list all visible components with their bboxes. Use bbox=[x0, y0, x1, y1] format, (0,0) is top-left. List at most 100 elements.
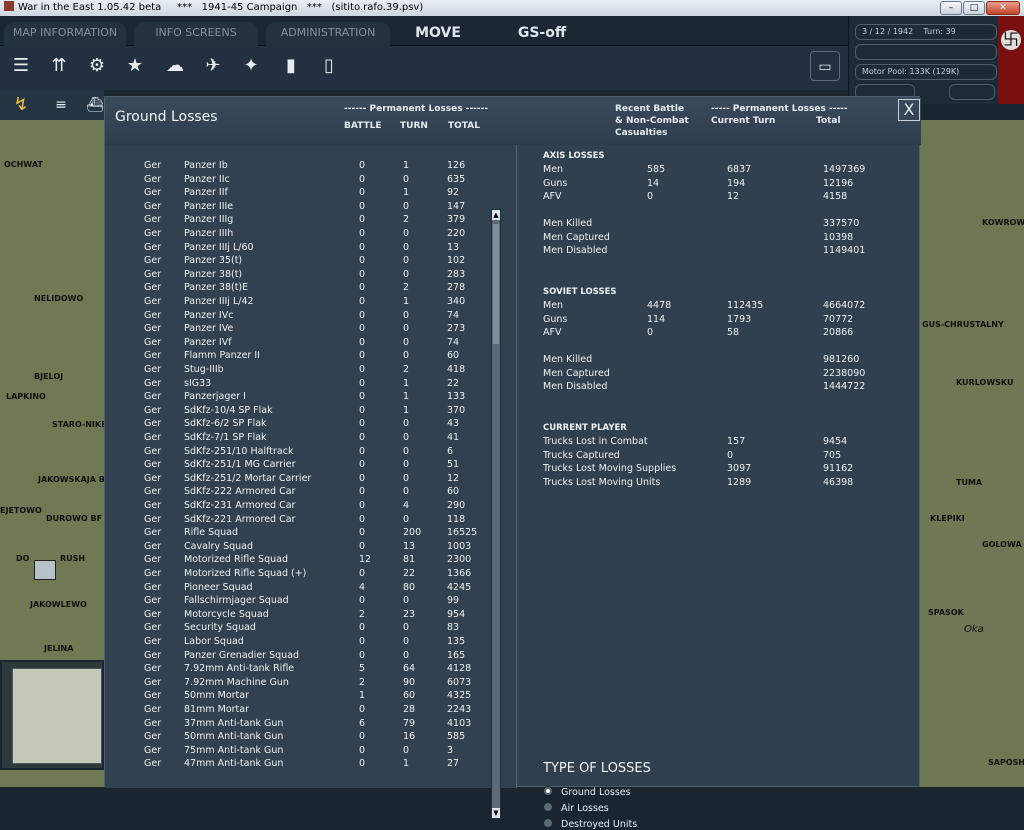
tab-info-screens[interactable]: INFO SCREENS bbox=[134, 22, 258, 46]
table-row[interactable]: Ger Panzer 38(t) 0 0 283 bbox=[105, 268, 495, 282]
option-label: Air Losses bbox=[561, 803, 609, 814]
table-row[interactable]: Ger Panzer IIf 0 1 92 bbox=[105, 186, 495, 200]
cell-battle: 0 bbox=[359, 200, 366, 212]
scroll-down-icon[interactable]: ▼ bbox=[492, 808, 500, 818]
minimize-button[interactable]: – bbox=[940, 1, 962, 15]
cell-nation: Ger bbox=[144, 472, 162, 484]
table-row[interactable]: Ger Motorcycle Squad 2 23 954 bbox=[105, 608, 495, 622]
table-row[interactable]: Ger Stug-IIIb 0 2 418 bbox=[105, 363, 495, 377]
unit-counter[interactable] bbox=[34, 560, 56, 580]
table-row[interactable]: Ger Panzer IIIh 0 0 220 bbox=[105, 227, 495, 241]
fuel-icon[interactable]: ▮ bbox=[276, 51, 306, 81]
unit-loss-list[interactable]: Ger Panzer Ib 0 1 126 Ger Panzer IIc 0 0 635 Ger Pa… bbox=[105, 145, 517, 819]
table-row[interactable]: Ger SdKfz-222 Armored Car 0 0 60 bbox=[105, 485, 495, 499]
scrollbar[interactable]: ▲ ▼ bbox=[491, 209, 501, 819]
table-row[interactable]: Ger 81mm Mortar 0 28 2243 bbox=[105, 703, 495, 717]
table-row[interactable]: Ger Security Squad 0 0 83 bbox=[105, 621, 495, 635]
table-row[interactable]: Ger SdKfz-6/2 SP Flak 0 0 43 bbox=[105, 417, 495, 431]
table-row[interactable]: Ger SdKfz-221 Armored Car 0 0 118 bbox=[105, 513, 495, 527]
table-row[interactable]: Ger 75mm Anti-tank Gun 0 0 3 bbox=[105, 744, 495, 758]
turn-value: 58 bbox=[727, 327, 740, 339]
minimap[interactable] bbox=[0, 660, 104, 770]
table-row[interactable]: Ger Panzer Ib 0 1 126 bbox=[105, 159, 495, 173]
table-row[interactable]: Ger 7.92mm Machine Gun 2 90 6073 bbox=[105, 676, 495, 690]
maximize-button[interactable]: □ bbox=[963, 1, 985, 15]
radio-icon[interactable] bbox=[543, 786, 553, 796]
summary-row: Men Captured 2238090 bbox=[518, 367, 918, 381]
radio-icon[interactable] bbox=[543, 802, 553, 812]
table-row[interactable]: Ger SdKfz-251/1 MG Carrier 0 0 51 bbox=[105, 458, 495, 472]
mode-move[interactable]: MOVE bbox=[400, 22, 476, 46]
layers-icon[interactable]: ☰ bbox=[6, 51, 36, 81]
gs-toggle[interactable]: GS-off bbox=[504, 22, 580, 46]
table-row[interactable]: Ger Panzer IIIe 0 0 147 bbox=[105, 200, 495, 214]
soviet-losses-title: SOVIET LOSSES bbox=[543, 287, 617, 297]
map-label: JAKOWLEWO bbox=[30, 600, 87, 609]
table-row[interactable]: Ger Motorized Rifle Squad 12 81 2300 bbox=[105, 553, 495, 567]
scroll-up-icon[interactable]: ▲ bbox=[492, 210, 500, 220]
window-icon[interactable]: ▭ bbox=[810, 51, 840, 81]
table-row[interactable]: Ger Panzer 35(t) 0 0 102 bbox=[105, 254, 495, 268]
cell-nation: Ger bbox=[144, 676, 162, 688]
loss-type-option[interactable]: Air Losses bbox=[543, 802, 609, 814]
cell-unit-name: Panzer IIc bbox=[184, 173, 230, 185]
table-row[interactable]: Ger Panzer IIIj L/60 0 0 13 bbox=[105, 241, 495, 255]
radio-icon[interactable] bbox=[543, 818, 553, 828]
map-right[interactable]: KOWROW GUS-CHRUSTALNY KURLOWSKU TUMA KLE… bbox=[920, 120, 1024, 787]
dialog-header: Ground Losses ------ Permanent Losses --… bbox=[105, 97, 921, 145]
scroll-thumb[interactable] bbox=[493, 224, 499, 344]
rail-icon[interactable]: ≡ bbox=[46, 90, 76, 120]
air-icon[interactable]: ✈ bbox=[198, 51, 228, 81]
units-icon[interactable]: ⇈ bbox=[44, 51, 74, 81]
table-row[interactable]: Ger Panzer IVe 0 0 273 bbox=[105, 322, 495, 336]
minimap-view[interactable] bbox=[12, 668, 102, 764]
table-row[interactable]: Ger 50mm Mortar 1 60 4325 bbox=[105, 689, 495, 703]
table-row[interactable]: Ger Fallschirmjager Squad 0 0 99 bbox=[105, 594, 495, 608]
path-icon[interactable]: ↯ bbox=[6, 90, 36, 120]
tab-administration[interactable]: ADMINISTRATION bbox=[266, 22, 390, 46]
table-row[interactable]: Ger Panzer IIIg 0 2 379 bbox=[105, 213, 495, 227]
recent-value: 0 bbox=[647, 327, 654, 339]
summary-row: Trucks Lost in Combat 157 9454 bbox=[518, 435, 918, 449]
tab-map-information[interactable]: MAP INFORMATION bbox=[4, 22, 126, 46]
table-row[interactable]: Ger SdKfz-10/4 SP Flak 0 1 370 bbox=[105, 404, 495, 418]
table-row[interactable]: Ger Panzer IVc 0 0 74 bbox=[105, 309, 495, 323]
date-turn-display: 3 / 12 / 1942 Turn: 39 bbox=[855, 24, 997, 40]
close-button[interactable]: X bbox=[898, 99, 920, 121]
gear-icon[interactable]: ⚙ bbox=[82, 51, 112, 81]
table-row[interactable]: Ger Flamm Panzer II 0 0 60 bbox=[105, 349, 495, 363]
table-row[interactable]: Ger SdKfz-251/2 Mortar Carrier 0 0 12 bbox=[105, 472, 495, 486]
table-row[interactable]: Ger Panzerjager I 0 1 133 bbox=[105, 390, 495, 404]
table-row[interactable]: Ger Panzer IIc 0 0 635 bbox=[105, 173, 495, 187]
table-row[interactable]: Ger Panzer IVf 0 0 74 bbox=[105, 336, 495, 350]
table-row[interactable]: Ger Panzer 38(t)E 0 2 278 bbox=[105, 281, 495, 295]
cell-battle: 0 bbox=[359, 500, 366, 511]
table-row[interactable]: Ger sIG33 0 1 22 bbox=[105, 377, 495, 391]
table-row[interactable]: Ger Rifle Squad 0 200 16525 bbox=[105, 526, 495, 540]
cell-turn: 79 bbox=[403, 717, 416, 729]
table-row[interactable]: Ger 47mm Anti-tank Gun 0 1 27 bbox=[105, 757, 495, 771]
table-row[interactable]: Ger Motorized Rifle Squad (+) 0 22 1366 bbox=[105, 567, 495, 581]
total-value: 46398 bbox=[823, 476, 854, 488]
table-row[interactable]: Ger 50mm Anti-tank Gun 0 16 585 bbox=[105, 730, 495, 744]
star-icon[interactable]: ★ bbox=[120, 51, 150, 81]
close-window-button[interactable]: ✕ bbox=[986, 1, 1020, 15]
table-row[interactable]: Ger Pioneer Squad 4 80 4245 bbox=[105, 581, 495, 595]
bomb-icon[interactable]: ✦ bbox=[236, 51, 266, 81]
table-row[interactable]: Ger SdKfz-7/1 SP Flak 0 0 41 bbox=[105, 431, 495, 445]
cell-nation: Ger bbox=[144, 459, 162, 471]
loss-type-option[interactable]: Ground Losses bbox=[543, 786, 631, 798]
weather-icon[interactable]: ☁ bbox=[160, 51, 190, 81]
cell-nation: Ger bbox=[144, 622, 162, 634]
table-row[interactable]: Ger Panzer IIIj L/42 0 1 340 bbox=[105, 295, 495, 309]
table-row[interactable]: Ger Labor Squad 0 0 135 bbox=[105, 635, 495, 649]
table-row[interactable]: Ger SdKfz-251/10 Halftrack 0 0 6 bbox=[105, 445, 495, 459]
document-icon[interactable]: ▯ bbox=[314, 51, 344, 81]
map-label: NELIDOWO bbox=[34, 294, 84, 303]
table-row[interactable]: Ger Cavalry Squad 0 13 1003 bbox=[105, 540, 495, 554]
loss-type-option[interactable]: Destroyed Units bbox=[543, 818, 637, 830]
table-row[interactable]: Ger 37mm Anti-tank Gun 6 79 4103 bbox=[105, 717, 495, 731]
table-row[interactable]: Ger Panzer Grenadier Squad 0 0 165 bbox=[105, 649, 495, 663]
table-row[interactable]: Ger SdKfz-231 Armored Car 0 4 290 bbox=[105, 499, 495, 513]
table-row[interactable]: Ger 7.92mm Anti-tank Rifle 5 64 4128 bbox=[105, 662, 495, 676]
